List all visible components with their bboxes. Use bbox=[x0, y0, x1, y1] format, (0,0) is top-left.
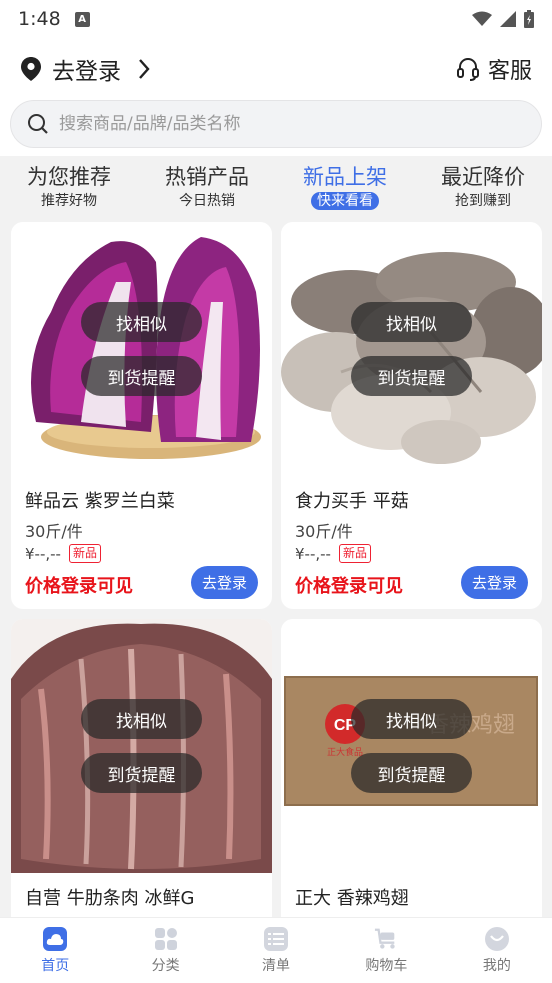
list-icon bbox=[264, 926, 289, 951]
tab-subtitle: 快来看看 bbox=[311, 192, 379, 210]
product-card[interactable]: 找相似 到货提醒 食力买手 平菇 30斤/件 ¥--,-- 新品 价格登录可见 … bbox=[281, 222, 542, 609]
signal-icon bbox=[500, 11, 516, 27]
status-bar: 1:48 A bbox=[0, 0, 552, 38]
tab-hot-sale[interactable]: 热销产品 今日热销 bbox=[138, 163, 276, 218]
nav-home[interactable]: 首页 bbox=[0, 918, 110, 983]
search-box[interactable] bbox=[10, 100, 542, 148]
category-icon bbox=[154, 927, 178, 951]
tab-price-drop[interactable]: 最近降价 抢到赚到 bbox=[414, 163, 552, 218]
arrival-reminder-button[interactable]: 到货提醒 bbox=[351, 356, 472, 396]
product-name: 鲜品云 紫罗兰白菜 bbox=[25, 491, 175, 512]
svg-text:正大食品: 正大食品 bbox=[327, 746, 363, 758]
find-similar-button[interactable]: 找相似 bbox=[81, 302, 202, 342]
status-time: 1:48 bbox=[18, 8, 61, 30]
nav-label: 购物车 bbox=[365, 957, 408, 974]
profile-icon bbox=[484, 926, 509, 951]
product-price: ¥--,-- 新品 bbox=[295, 544, 371, 563]
product-name: 自营 牛肋条肉 冰鲜G bbox=[25, 888, 195, 909]
notification-icon: A bbox=[74, 11, 90, 27]
nav-profile[interactable]: 我的 bbox=[442, 918, 552, 983]
tab-subtitle: 推荐好物 bbox=[41, 193, 97, 209]
category-tabs: 为您推荐 推荐好物 热销产品 今日热销 新品上架 快来看看 最近降价 抢到赚到 bbox=[0, 156, 552, 218]
product-image: 找相似 到货提醒 bbox=[11, 619, 272, 873]
search-bar bbox=[0, 100, 552, 156]
battery-icon bbox=[524, 10, 534, 28]
nav-label: 我的 bbox=[482, 957, 511, 974]
arrival-reminder-button[interactable]: 到货提醒 bbox=[81, 753, 202, 793]
product-unit: 30斤/件 bbox=[295, 522, 353, 541]
product-card[interactable]: 找相似 到货提醒 鲜品云 紫罗兰白菜 30斤/件 ¥--,-- 新品 价格登录可… bbox=[11, 222, 272, 609]
location-pin-icon bbox=[21, 57, 41, 81]
tab-title: 最近降价 bbox=[441, 165, 525, 189]
new-badge: 新品 bbox=[68, 544, 101, 563]
tab-title: 新品上架 bbox=[303, 165, 387, 189]
nav-cart[interactable]: 购物车 bbox=[331, 918, 441, 983]
arrival-reminder-button[interactable]: 到货提醒 bbox=[351, 753, 472, 793]
home-icon bbox=[43, 926, 68, 951]
product-unit: 30斤/件 bbox=[25, 522, 83, 541]
search-input[interactable] bbox=[59, 114, 525, 134]
header: 去登录 客服 bbox=[0, 38, 552, 100]
tab-subtitle: 今日热销 bbox=[179, 193, 235, 209]
nav-label: 分类 bbox=[151, 957, 180, 974]
cart-icon bbox=[374, 927, 398, 951]
search-icon bbox=[28, 114, 48, 134]
product-image: CP 正大食品 香辣鸡翅 找相似 到货提醒 bbox=[281, 619, 542, 873]
find-similar-button[interactable]: 找相似 bbox=[81, 699, 202, 739]
customer-service-button[interactable]: 客服 bbox=[456, 53, 532, 85]
login-to-view-price: 价格登录可见 bbox=[295, 576, 403, 597]
nav-label: 清单 bbox=[262, 957, 291, 974]
headset-icon bbox=[456, 58, 479, 81]
bottom-nav: 首页 分类 清单 购物车 我的 bbox=[0, 917, 552, 983]
product-name: 正大 香辣鸡翅 bbox=[295, 888, 409, 909]
find-similar-button[interactable]: 找相似 bbox=[351, 699, 472, 739]
login-text: 去登录 bbox=[52, 59, 121, 85]
login-location-button[interactable]: 去登录 bbox=[20, 52, 151, 86]
product-card[interactable]: 找相似 到货提醒 自营 牛肋条肉 冰鲜G bbox=[11, 619, 272, 949]
nav-category[interactable]: 分类 bbox=[110, 918, 220, 983]
nav-list[interactable]: 清单 bbox=[221, 918, 331, 983]
product-image: 找相似 到货提醒 bbox=[281, 222, 542, 476]
service-label: 客服 bbox=[487, 59, 532, 84]
price-value: ¥--,-- bbox=[25, 544, 61, 563]
product-name: 食力买手 平菇 bbox=[295, 491, 409, 512]
go-login-button[interactable]: 去登录 bbox=[461, 566, 528, 599]
arrival-reminder-button[interactable]: 到货提醒 bbox=[81, 356, 202, 396]
product-card[interactable]: CP 正大食品 香辣鸡翅 找相似 到货提醒 正大 香辣鸡翅 bbox=[281, 619, 542, 949]
login-to-view-price: 价格登录可见 bbox=[25, 576, 133, 597]
tab-title: 热销产品 bbox=[165, 165, 249, 189]
product-image: 找相似 到货提醒 bbox=[11, 222, 272, 476]
new-badge: 新品 bbox=[338, 544, 371, 563]
tab-subtitle: 抢到赚到 bbox=[455, 193, 511, 209]
product-price: ¥--,-- 新品 bbox=[25, 544, 101, 563]
tab-new-arrivals[interactable]: 新品上架 快来看看 bbox=[276, 163, 414, 218]
chevron-right-icon bbox=[139, 59, 150, 79]
go-login-button[interactable]: 去登录 bbox=[191, 566, 258, 599]
price-value: ¥--,-- bbox=[295, 544, 331, 563]
nav-label: 首页 bbox=[41, 957, 70, 974]
find-similar-button[interactable]: 找相似 bbox=[351, 302, 472, 342]
wifi-icon bbox=[472, 11, 492, 26]
tab-title: 为您推荐 bbox=[27, 165, 111, 189]
tab-recommend[interactable]: 为您推荐 推荐好物 bbox=[0, 163, 138, 218]
